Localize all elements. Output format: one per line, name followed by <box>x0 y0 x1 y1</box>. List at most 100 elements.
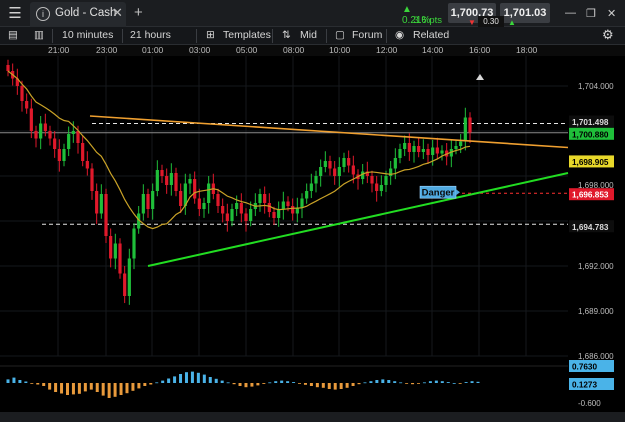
histogram-bar <box>363 382 367 384</box>
candle-body <box>407 143 411 152</box>
candle-body <box>90 168 94 191</box>
histogram-bar <box>119 383 123 395</box>
restore-icon[interactable]: ❐ <box>586 7 596 20</box>
candle-body <box>132 228 136 259</box>
time-label: 21:00 <box>48 45 70 55</box>
candle-body <box>440 150 444 154</box>
related-button[interactable]: Related <box>413 29 449 41</box>
hamburger-menu-icon[interactable]: ☰ <box>4 3 26 25</box>
candle-body <box>351 165 355 175</box>
resistance-trendline <box>89 115 569 149</box>
forum-button[interactable]: Forum <box>352 29 382 41</box>
time-label: 03:00 <box>189 45 211 55</box>
price-chart[interactable]: 1,704.0001,698.0001,692.0001,689.0001,68… <box>0 56 625 412</box>
histogram-bar <box>422 382 426 384</box>
histogram-bar <box>405 383 409 384</box>
histogram-bar <box>173 376 177 383</box>
time-label: 14:00 <box>422 45 444 55</box>
histogram-bar <box>202 374 206 383</box>
histogram-bar <box>30 383 34 384</box>
tab-title: Gold - Cash <box>55 7 117 19</box>
forum-icon[interactable]: ▢ <box>335 29 345 41</box>
chart-type-icon[interactable]: ▥ <box>34 29 44 41</box>
range-select[interactable]: 21 hours <box>130 29 171 41</box>
candle-body <box>435 147 439 154</box>
indicator-axis-label: -0.600 <box>578 399 601 408</box>
candle-body <box>412 146 416 152</box>
candle-body <box>48 131 52 139</box>
candle-body <box>29 108 33 131</box>
panel-toggle-icon[interactable]: ▤ <box>8 29 18 41</box>
histogram-bar <box>268 382 272 384</box>
price-tags: Danger 1,701.498 1,700.880 1,698.905 1,696.8… <box>419 115 614 390</box>
candle-body <box>267 203 271 212</box>
candle-body <box>468 117 472 133</box>
candle-body <box>333 168 337 176</box>
candle-body <box>118 243 122 274</box>
down-arrow-icon: ▼ <box>468 18 476 27</box>
templates-button[interactable]: Templates <box>223 29 271 41</box>
histogram-bar <box>65 383 69 395</box>
candle-body <box>43 123 47 131</box>
minimize-icon[interactable]: — <box>565 7 576 19</box>
price-type-icon[interactable]: ⇅ <box>282 29 291 41</box>
time-axis: 21:00 23:00 01:00 03:00 05:00 08:00 10:0… <box>0 45 625 56</box>
candle-body <box>85 161 89 169</box>
histogram-bar <box>470 381 474 383</box>
candle-body <box>113 243 117 259</box>
histogram-bar <box>303 383 307 385</box>
chart-toolbar: ▤ ▥ 10 minutes 21 hours ⊞ Templates ⇅ Mi… <box>0 27 625 45</box>
status-strip <box>0 412 625 422</box>
candle-body <box>151 191 155 209</box>
candle-body <box>286 201 290 206</box>
histogram-bar <box>18 380 22 383</box>
candle-body <box>57 149 61 161</box>
histogram-bar <box>411 383 415 385</box>
histogram-bar <box>357 383 361 385</box>
price-type-select[interactable]: Mid <box>300 29 317 41</box>
histogram-bar <box>6 379 10 383</box>
histogram-bar <box>452 383 456 384</box>
histogram-bar <box>137 383 141 389</box>
candle-body <box>235 203 239 209</box>
change-points: 3.6 pts <box>413 15 442 26</box>
histogram-bar <box>256 383 260 386</box>
histogram-bar <box>60 383 64 394</box>
histogram-bar <box>196 372 200 383</box>
support-price-tag: 1,694.783 <box>572 223 609 232</box>
histogram-bar <box>131 383 135 391</box>
add-tab-icon[interactable]: + <box>134 4 143 21</box>
histogram-bar <box>125 383 129 394</box>
histogram-bar <box>161 380 165 383</box>
settings-gear-icon[interactable]: ⚙ <box>602 27 614 43</box>
histogram-bar <box>71 383 75 395</box>
chart-grid <box>0 56 568 367</box>
close-window-icon[interactable]: ✕ <box>607 7 616 20</box>
histogram-bar <box>399 382 403 384</box>
interval-select[interactable]: 10 minutes <box>62 29 113 41</box>
tab-gold-cash[interactable]: i Gold - Cash ✕ <box>30 2 126 27</box>
histogram-bar <box>149 383 153 385</box>
candle-body <box>403 143 407 149</box>
templates-icon[interactable]: ⊞ <box>206 29 215 41</box>
candle-body <box>291 206 295 214</box>
candle-body <box>319 167 323 176</box>
candle-body <box>263 194 267 203</box>
candle-body <box>337 167 341 176</box>
eye-icon[interactable]: ◉ <box>395 29 404 41</box>
candle-body <box>123 273 127 296</box>
histogram-bar <box>232 383 236 385</box>
candle-body <box>379 185 383 191</box>
close-icon[interactable]: ✕ <box>112 5 123 21</box>
histogram-bar <box>476 381 480 383</box>
histogram-bar <box>214 378 218 383</box>
histogram-bar <box>155 382 159 384</box>
histogram-bar <box>107 383 111 398</box>
histogram-bar <box>250 383 254 387</box>
histogram-bar <box>179 374 183 383</box>
time-label: 10:00 <box>329 45 351 55</box>
event-marker-icon <box>476 74 484 80</box>
info-circle-icon[interactable]: i <box>36 7 50 21</box>
candle-body <box>305 191 309 199</box>
candle-body <box>197 198 201 209</box>
